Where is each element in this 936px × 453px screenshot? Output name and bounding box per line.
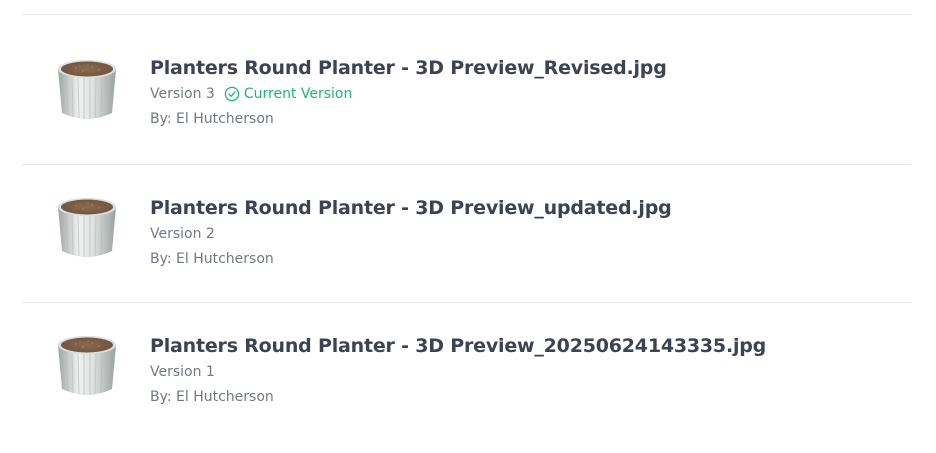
current-version-badge: Current Version: [224, 84, 353, 104]
divider: [22, 14, 911, 15]
version-history-list: Planters Round Planter - 3D Preview_Revi…: [0, 0, 936, 453]
version-item[interactable]: Planters Round Planter - 3D Preview_Revi…: [0, 27, 936, 165]
version-item[interactable]: Planters Round Planter - 3D Preview_2025…: [0, 303, 936, 441]
version-number: Version 1: [150, 364, 215, 380]
version-number: Version 2: [150, 226, 215, 242]
author-label: By: El Hutcherson: [150, 389, 274, 405]
version-number: Version 3: [150, 86, 215, 102]
planter-thumbnail[interactable]: [52, 331, 122, 403]
file-title[interactable]: Planters Round Planter - 3D Preview_2025…: [150, 334, 766, 358]
author-label: By: El Hutcherson: [150, 111, 274, 127]
current-version-label: Current Version: [243, 86, 353, 102]
check-circle-icon: [224, 86, 240, 102]
file-title[interactable]: Planters Round Planter - 3D Preview_upda…: [150, 196, 672, 220]
planter-thumbnail[interactable]: [52, 193, 122, 265]
version-item[interactable]: Planters Round Planter - 3D Preview_upda…: [0, 165, 936, 303]
author-label: By: El Hutcherson: [150, 251, 274, 267]
planter-thumbnail[interactable]: [52, 55, 122, 127]
file-title[interactable]: Planters Round Planter - 3D Preview_Revi…: [150, 56, 667, 80]
